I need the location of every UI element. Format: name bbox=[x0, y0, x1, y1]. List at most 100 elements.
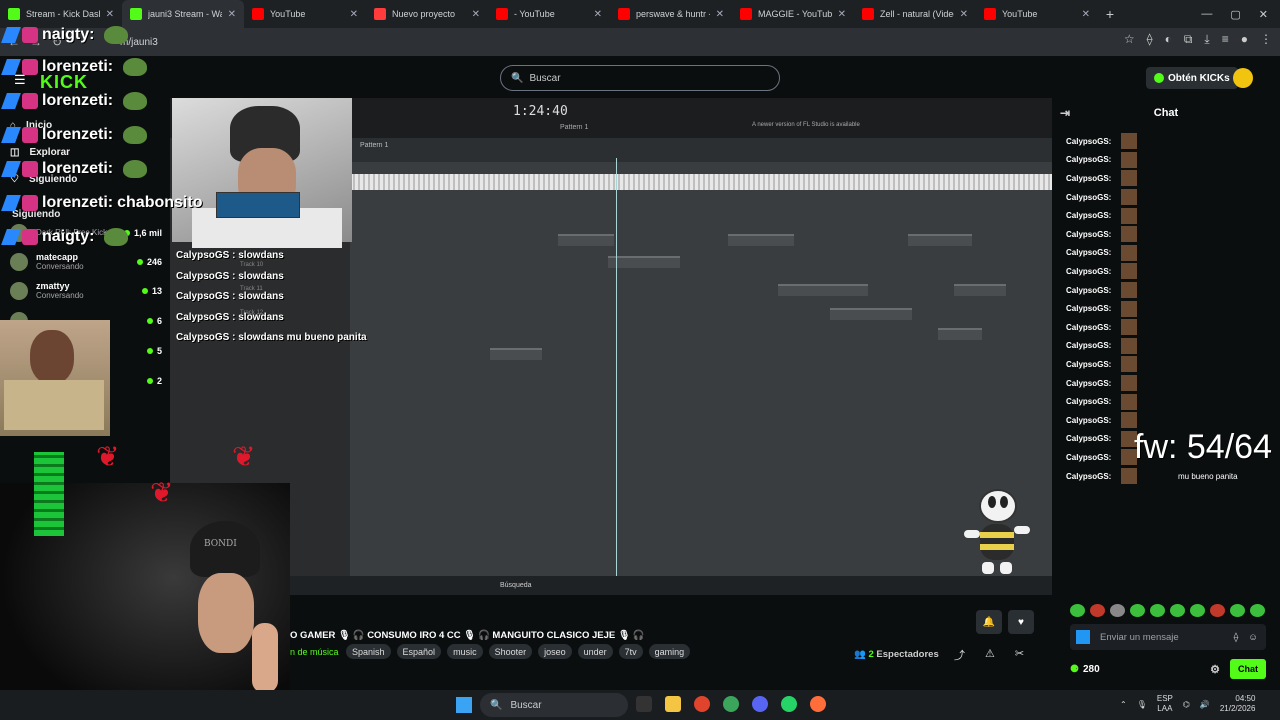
chat-message[interactable]: CalypsoGS: bbox=[1066, 355, 1138, 374]
close-tab-icon[interactable]: ✕ bbox=[594, 9, 602, 20]
gear-icon[interactable]: ⚙ bbox=[1210, 663, 1220, 676]
chat-message[interactable]: CalypsoGS: bbox=[1066, 411, 1138, 430]
close-tab-icon[interactable]: ✕ bbox=[1082, 9, 1090, 20]
browser-tab[interactable]: jauni3 Stream - Watc... ✕ bbox=[122, 0, 244, 28]
chat-username[interactable]: CalypsoGS: bbox=[1066, 137, 1111, 146]
extensions-icon[interactable]: ⧉ bbox=[1184, 32, 1193, 47]
language-indicator[interactable]: ESP LAA bbox=[1157, 694, 1173, 714]
get-kicks-button[interactable]: Obtén KICKs bbox=[1146, 67, 1238, 89]
emote-icon[interactable] bbox=[1090, 604, 1105, 617]
new-tab-button[interactable]: + bbox=[1098, 6, 1122, 22]
whatsapp-icon[interactable] bbox=[781, 696, 797, 712]
share-icon[interactable]: ⤴ bbox=[954, 647, 965, 663]
stream-tag[interactable]: gaming bbox=[648, 644, 691, 659]
avatar[interactable] bbox=[1233, 68, 1253, 88]
close-tab-icon[interactable]: ✕ bbox=[228, 9, 236, 20]
task-view-icon[interactable] bbox=[636, 696, 652, 712]
dark-mode-icon[interactable]: ◐ bbox=[1165, 32, 1172, 47]
chrome-active-icon[interactable] bbox=[723, 696, 739, 712]
stream-tag[interactable]: Español bbox=[396, 644, 442, 659]
emote-icon[interactable] bbox=[1110, 604, 1125, 617]
chat-message[interactable]: CalypsoGS: bbox=[1066, 225, 1138, 244]
chat-send-button[interactable]: Chat bbox=[1230, 659, 1266, 679]
emote-icon[interactable] bbox=[1230, 604, 1245, 617]
chat-username[interactable]: CalypsoGS: bbox=[1066, 323, 1111, 332]
clip-icon[interactable]: ✂ bbox=[1015, 647, 1024, 663]
chat-username[interactable]: CalypsoGS: bbox=[1066, 397, 1111, 406]
stream-tag[interactable]: under bbox=[577, 644, 613, 659]
chat-username[interactable]: CalypsoGS: bbox=[1066, 155, 1111, 164]
minimize-icon[interactable]: — bbox=[1201, 8, 1212, 21]
chat-username[interactable]: CalypsoGS: bbox=[1066, 174, 1111, 183]
star-icon[interactable]: ☆ bbox=[1124, 32, 1135, 47]
stream-tag[interactable]: joseo bbox=[538, 644, 572, 659]
browser-tab[interactable]: Zell - natural (Video ✕ bbox=[854, 0, 976, 28]
chat-message[interactable]: CalypsoGS: bbox=[1066, 392, 1138, 411]
chat-username[interactable]: CalypsoGS: bbox=[1066, 434, 1111, 443]
translate-icon[interactable]: ⟠ bbox=[1147, 32, 1153, 47]
chat-message[interactable]: CalypsoGS: bbox=[1066, 151, 1138, 170]
chat-username[interactable]: CalypsoGS: bbox=[1066, 286, 1111, 295]
chat-message[interactable]: CalypsoGS: bbox=[1066, 374, 1138, 393]
chat-message[interactable]: CalypsoGS: bbox=[1066, 169, 1138, 188]
chat-message[interactable]: CalypsoGS: bbox=[1066, 188, 1138, 207]
close-tab-icon[interactable]: ✕ bbox=[960, 9, 968, 20]
search-input[interactable]: 🔍 Buscar bbox=[500, 65, 780, 91]
chat-username[interactable]: CalypsoGS: bbox=[1066, 193, 1111, 202]
chat-message[interactable]: CalypsoGS: bbox=[1066, 244, 1138, 263]
chat-message[interactable]: CalypsoGS: bbox=[1066, 206, 1138, 225]
chat-username[interactable]: CalypsoGS: bbox=[1066, 341, 1111, 350]
chat-username[interactable]: CalypsoGS: bbox=[1066, 453, 1111, 462]
stream-tag[interactable]: Shooter bbox=[488, 644, 533, 659]
report-icon[interactable]: ⚠ bbox=[985, 647, 995, 663]
emote-icon[interactable] bbox=[1130, 604, 1145, 617]
browser-tab[interactable]: YouTube ✕ bbox=[976, 0, 1098, 28]
follow-heart-button[interactable]: ♥ bbox=[1008, 610, 1034, 634]
chat-message[interactable]: CalypsoGS: bbox=[1066, 430, 1138, 449]
emote-icon[interactable] bbox=[1150, 604, 1165, 617]
chat-message[interactable]: CalypsoGS: bbox=[1066, 467, 1138, 486]
mic-icon[interactable]: 🎙 bbox=[1137, 700, 1147, 709]
clock[interactable]: 04:50 21/2/2026 bbox=[1220, 694, 1256, 714]
windows-search[interactable]: 🔍 Buscar bbox=[480, 693, 628, 717]
browser-tab[interactable]: YouTube ✕ bbox=[244, 0, 366, 28]
chat-username[interactable]: CalypsoGS: bbox=[1066, 267, 1111, 276]
chat-message[interactable]: CalypsoGS: bbox=[1066, 299, 1138, 318]
browser-tab[interactable]: MAGGIE - YouTube ✕ bbox=[732, 0, 854, 28]
chat-input[interactable]: Enviar un mensaje ⟠ ☺ bbox=[1070, 624, 1266, 650]
close-tab-icon[interactable]: ✕ bbox=[350, 9, 358, 20]
download-icon[interactable]: ⤓ bbox=[1204, 32, 1209, 47]
emote-icon[interactable] bbox=[1190, 604, 1205, 617]
close-tab-icon[interactable]: ✕ bbox=[472, 9, 480, 20]
emoji-icon[interactable]: ☺ bbox=[1248, 632, 1258, 643]
chat-message[interactable]: CalypsoGS: bbox=[1066, 281, 1138, 300]
collapse-chat-icon[interactable]: ⇥ bbox=[1060, 106, 1070, 120]
bell-button[interactable]: 🔔 bbox=[976, 610, 1002, 634]
chat-message[interactable]: CalypsoGS: bbox=[1066, 262, 1138, 281]
chat-username[interactable]: CalypsoGS: bbox=[1066, 472, 1111, 481]
chat-message[interactable]: CalypsoGS: bbox=[1066, 318, 1138, 337]
windows-start-icon[interactable] bbox=[456, 697, 472, 713]
translate-icon[interactable]: ⟠ bbox=[1234, 632, 1239, 643]
discord-icon[interactable] bbox=[752, 696, 768, 712]
chat-message[interactable]: CalypsoGS: bbox=[1066, 337, 1138, 356]
emote-icon[interactable] bbox=[1070, 604, 1085, 617]
chat-username[interactable]: CalypsoGS: bbox=[1066, 416, 1111, 425]
close-window-icon[interactable]: ✕ bbox=[1259, 8, 1268, 21]
chat-username[interactable]: CalypsoGS: bbox=[1066, 379, 1111, 388]
followed-channel[interactable]: zmattyy Conversando 13 bbox=[10, 276, 162, 305]
stream-category[interactable]: n de música bbox=[290, 647, 339, 657]
stream-tag[interactable]: music bbox=[447, 644, 483, 659]
chat-username[interactable]: CalypsoGS: bbox=[1066, 211, 1111, 220]
chat-username[interactable]: CalypsoGS: bbox=[1066, 304, 1111, 313]
volume-icon[interactable]: 🔊 bbox=[1200, 700, 1210, 709]
chat-username[interactable]: CalypsoGS: bbox=[1066, 360, 1111, 369]
fl-studio-icon[interactable] bbox=[810, 696, 826, 712]
profile-icon[interactable]: ● bbox=[1241, 32, 1248, 47]
queue-icon[interactable]: ≡ bbox=[1222, 32, 1229, 47]
emote-icon[interactable] bbox=[1250, 604, 1265, 617]
tray-chevron-icon[interactable]: ⌃ bbox=[1120, 700, 1127, 709]
stream-tag[interactable]: Spanish bbox=[346, 644, 391, 659]
close-tab-icon[interactable]: ✕ bbox=[716, 9, 724, 20]
url-field[interactable]: m/jauni3 bbox=[110, 31, 1120, 53]
